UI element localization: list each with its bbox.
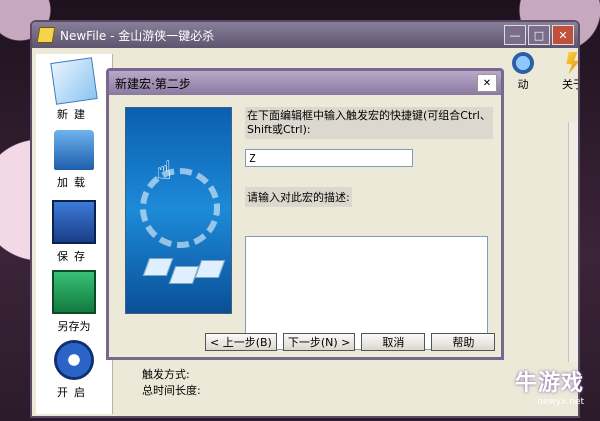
main-title-bar[interactable]: NewFile - 金山游侠一键必杀 — □ ✕ xyxy=(32,22,578,48)
hand-cursor-icon: ☝ xyxy=(156,156,172,186)
dialog-button-row: < 上一步(B) 下一步(N) > 取消 帮助 xyxy=(205,333,496,351)
hotkey-prompt: 在下面编辑框中输入触发宏的快捷键(可组合Ctrl、Shift或Ctrl): xyxy=(245,107,493,139)
main-title: NewFile - 金山游侠一键必杀 xyxy=(60,28,215,43)
new-file-icon xyxy=(50,57,98,105)
help-button[interactable]: 帮助 xyxy=(431,333,496,351)
lightning-icon xyxy=(566,52,578,74)
floppy-green-icon xyxy=(52,270,96,314)
close-button[interactable]: ✕ xyxy=(552,25,574,45)
folder-icon xyxy=(54,130,94,170)
toolbar-play-label: 动 xyxy=(517,78,529,91)
play-icon xyxy=(512,52,534,74)
description-label: 请输入对此宏的描述: xyxy=(245,187,352,207)
toolbar-about-label: 关于 xyxy=(562,78,578,91)
watermark-text: 牛游戏 xyxy=(514,371,584,396)
sidebar-item-label: 加载 xyxy=(57,176,91,189)
maximize-button[interactable]: □ xyxy=(528,25,550,45)
site-watermark: 牛游戏 newyx.net xyxy=(515,365,584,407)
sidebar-item-label: 开启 xyxy=(57,386,91,399)
sidebar-item-save-as[interactable]: 另存为 xyxy=(36,264,112,334)
toolbar-play-button[interactable]: 动 xyxy=(502,52,544,92)
hotkey-input[interactable] xyxy=(245,149,413,167)
new-macro-dialog: 新建宏·第二步 ✕ ☝ 在下面编辑框中输入触发宏的快捷键(可组合Ctrl、Shi… xyxy=(106,68,504,360)
macro-info: 触发方式: 总时间长度: xyxy=(142,367,201,399)
sidebar-item-label: 另存为 xyxy=(57,320,91,333)
sidebar-item-start[interactable]: 开启 xyxy=(36,334,112,404)
sidebar-item-load[interactable]: 加载 xyxy=(36,124,112,194)
dialog-close-button[interactable]: ✕ xyxy=(477,74,497,92)
watermark-url: newyx.net xyxy=(537,397,584,407)
keycap-icon xyxy=(194,260,226,278)
floppy-icon xyxy=(52,200,96,244)
circle-graphic xyxy=(140,168,220,248)
play-circle-icon xyxy=(54,340,94,380)
list-scrollbar[interactable] xyxy=(568,122,578,362)
cancel-button[interactable]: 取消 xyxy=(361,333,426,351)
sidebar: 新建 加载 保存 另存为 开启 xyxy=(36,54,113,414)
app-icon xyxy=(36,27,56,43)
sidebar-item-new[interactable]: 新建 xyxy=(36,54,112,124)
total-time-label: 总时间长度: xyxy=(142,384,201,397)
minimize-button[interactable]: — xyxy=(504,25,526,45)
dialog-title-bar[interactable]: 新建宏·第二步 ✕ xyxy=(109,71,501,95)
sidebar-item-label: 保存 xyxy=(57,250,91,263)
keycap-icon xyxy=(142,258,174,276)
toolbar-about-button[interactable]: 关于 xyxy=(552,52,578,92)
next-step-button[interactable]: 下一步(N) > xyxy=(282,333,356,351)
dialog-title: 新建宏·第二步 xyxy=(115,76,191,91)
trigger-mode-label: 触发方式: xyxy=(142,368,190,381)
dialog-form: 在下面编辑框中输入触发宏的快捷键(可组合Ctrl、Shift或Ctrl): 请输… xyxy=(245,107,493,350)
sidebar-item-label: 新建 xyxy=(57,108,91,121)
wizard-illustration: ☝ xyxy=(125,107,232,314)
sidebar-item-save[interactable]: 保存 xyxy=(36,194,112,264)
prev-step-button[interactable]: < 上一步(B) xyxy=(205,333,277,351)
